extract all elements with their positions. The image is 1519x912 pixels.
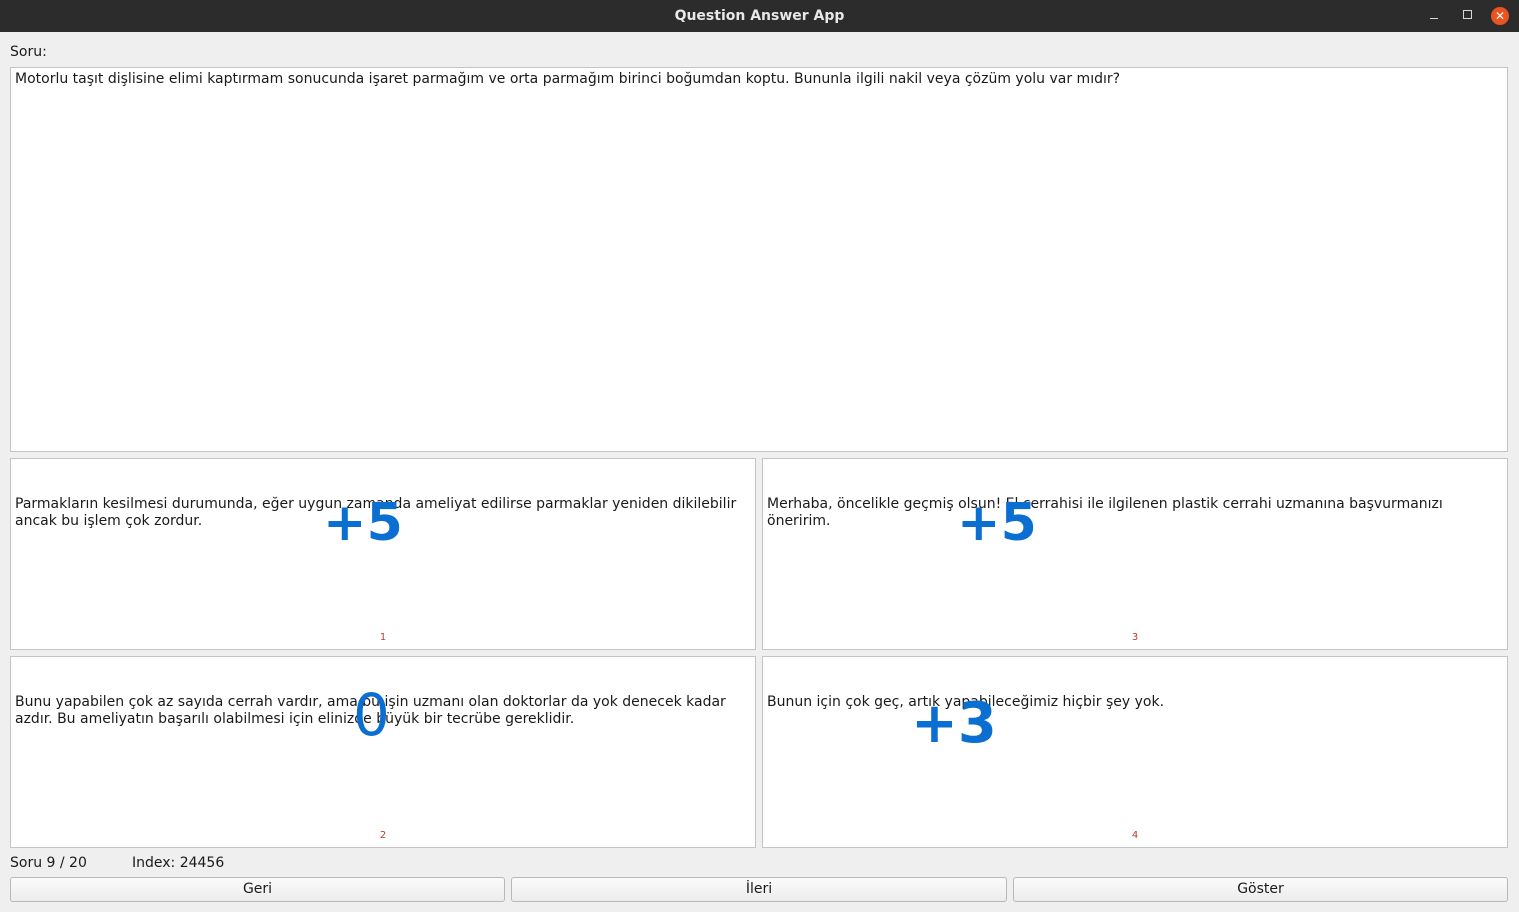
question-label: Soru: bbox=[10, 44, 47, 60]
close-button[interactable]: ✕ bbox=[1490, 6, 1510, 26]
answer-box-3[interactable]: Merhaba, öncelikle geçmiş olsun! El cerr… bbox=[762, 458, 1508, 650]
maximize-icon bbox=[1463, 10, 1472, 19]
back-button[interactable]: Geri bbox=[10, 877, 505, 902]
question-textbox[interactable]: Motorlu taşıt dişlisine elimi kaptırmam … bbox=[10, 67, 1508, 452]
minimize-button[interactable] bbox=[1424, 6, 1444, 26]
minimize-icon bbox=[1430, 18, 1438, 19]
answer-number-3: 3 bbox=[1131, 632, 1139, 643]
index-label: Index: 24456 bbox=[132, 855, 225, 871]
answer-text-4: Bunun için çok geç, artık yapabileceğimi… bbox=[767, 694, 1165, 710]
question-progress: Soru 9 / 20 bbox=[10, 855, 87, 871]
score-annotation-4: +3 bbox=[911, 691, 997, 756]
score-annotation-3: +5 bbox=[957, 493, 1037, 553]
score-annotation-2: 0 bbox=[353, 681, 390, 749]
answer-number-1: 1 bbox=[379, 632, 387, 643]
close-icon: ✕ bbox=[1491, 7, 1509, 25]
answer-box-2[interactable]: Bunu yapabilen çok az sayıda cerrah vard… bbox=[10, 656, 756, 848]
answer-text-3: Merhaba, öncelikle geçmiş olsun! El cerr… bbox=[767, 496, 1448, 529]
next-button[interactable]: İleri bbox=[511, 877, 1007, 902]
title-bar: Question Answer App ✕ bbox=[0, 0, 1519, 32]
answer-box-4[interactable]: Bunun için çok geç, artık yapabileceğimi… bbox=[762, 656, 1508, 848]
window-title: Question Answer App bbox=[674, 8, 845, 24]
answer-number-4: 4 bbox=[1131, 830, 1139, 841]
score-annotation-1: +5 bbox=[323, 493, 403, 553]
question-text: Motorlu taşıt dişlisine elimi kaptırmam … bbox=[15, 71, 1121, 87]
answer-box-1[interactable]: Parmakların kesilmesi durumunda, eğer uy… bbox=[10, 458, 756, 650]
maximize-button[interactable] bbox=[1457, 6, 1477, 26]
answer-number-2: 2 bbox=[379, 830, 387, 841]
show-button[interactable]: Göster bbox=[1013, 877, 1508, 902]
